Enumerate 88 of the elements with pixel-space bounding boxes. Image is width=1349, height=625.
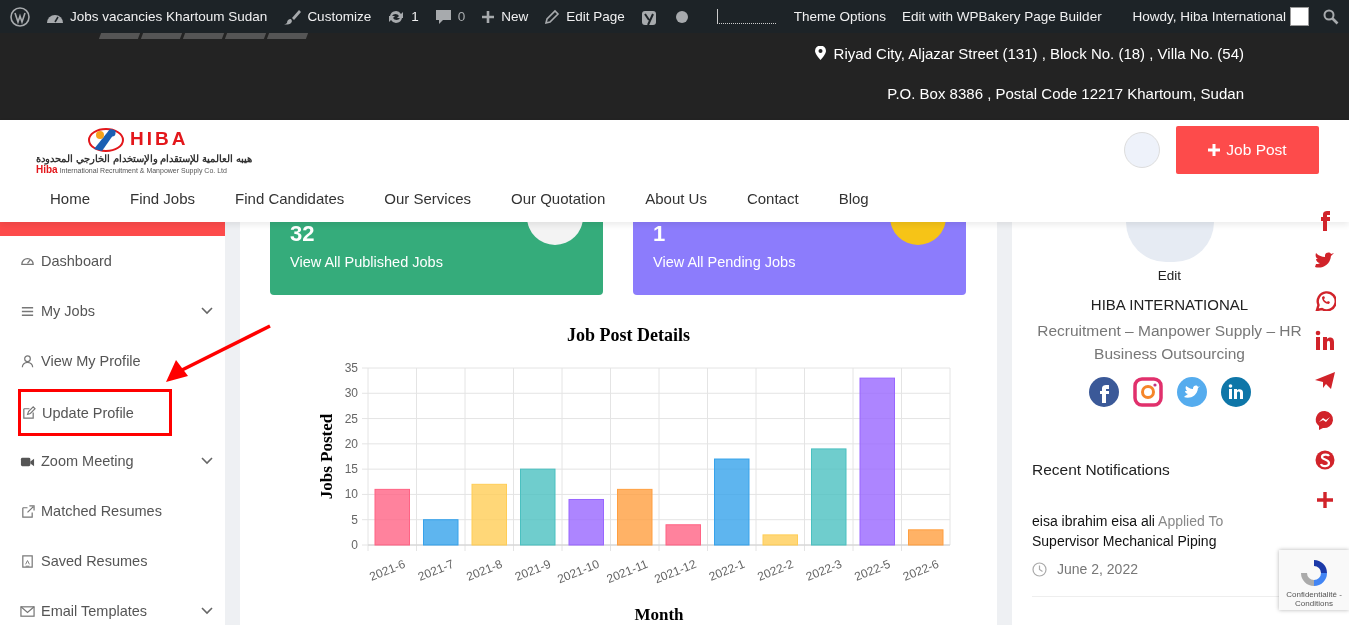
pencil-icon (544, 8, 561, 25)
dotted-line-marker (716, 9, 776, 24)
logo-arabic-name: هيبه العالمية للإستقدام والإستخدام الخارجي المحدودة (36, 153, 252, 164)
location-pin-icon (814, 46, 826, 60)
logo-short-name: Hiba (36, 164, 58, 175)
plus-icon[interactable] (1314, 489, 1336, 511)
nav-link[interactable]: About Us (625, 189, 727, 207)
y-tick-label: 0 (351, 538, 358, 552)
instagram-icon[interactable] (1132, 377, 1163, 407)
stat-count: 32 (290, 222, 315, 246)
plus-icon (481, 9, 496, 24)
edit-page-link[interactable]: Edit Page (566, 9, 625, 24)
site-name-link[interactable]: Jobs vacancies Khartoum Sudan (70, 9, 268, 24)
y-tick-label: 30 (344, 386, 358, 401)
wordpress-icon[interactable] (10, 6, 30, 27)
company-name: HIBA INTERNATIONAL (1090, 296, 1249, 313)
bar (423, 519, 459, 546)
recaptcha-terms[interactable]: Confidentialité - Conditions (1279, 590, 1349, 610)
external-icon (20, 503, 35, 519)
theme-options-link[interactable]: Theme Options (793, 9, 887, 24)
chart-title: Job Post Details (566, 325, 691, 347)
edit-link[interactable]: Edit (1157, 268, 1182, 283)
sidebar-item[interactable]: My Jobs (0, 286, 225, 336)
address-text: Riyad City, Aljazar Street (131) , Block No. (18) , Villa No. (54) (833, 44, 1244, 62)
customize-link[interactable]: Customize (307, 9, 372, 24)
whatsapp-icon[interactable] (1314, 289, 1336, 311)
y-tick-label: 20 (344, 436, 358, 451)
nav-link[interactable]: Our Services (364, 189, 491, 207)
paper-plane-icon[interactable] (1314, 369, 1336, 391)
y-tick-label: 15 (344, 462, 358, 477)
y-axis-title: Jobs Posted (317, 413, 336, 500)
updates-count[interactable]: 1 (411, 9, 419, 24)
search-icon[interactable] (1323, 8, 1339, 25)
mail-icon (20, 603, 35, 619)
nav-link[interactable]: Contact (726, 189, 819, 207)
brush-icon (283, 7, 302, 26)
y-tick-label: 10 (344, 487, 358, 502)
sidebar-item[interactable]: Update Profile (18, 389, 172, 436)
nav-link[interactable]: Blog (818, 189, 889, 207)
notification-date: June 2, 2022 (1057, 561, 1138, 577)
logo-wordmark: HIBA (130, 128, 189, 150)
stat-count: 1 (653, 222, 666, 246)
linkedin-icon[interactable] (1220, 377, 1251, 407)
sidebar-item[interactable]: Zoom Meeting (0, 436, 225, 486)
sidebar-item[interactable]: Email Templates (0, 586, 225, 625)
bar (471, 483, 507, 546)
messenger-icon[interactable] (1314, 409, 1336, 431)
status-dot-icon[interactable] (674, 9, 689, 24)
skype-icon[interactable] (1314, 449, 1336, 471)
avatar-thumbnail[interactable] (1290, 7, 1309, 26)
nav-link[interactable]: Find Jobs (110, 189, 216, 207)
notification-text: eisa ibrahim eisa ali Applied To Supervisor Mechanical Piping (1032, 512, 1225, 551)
linkedin-icon[interactable] (1314, 329, 1336, 351)
clock-icon (1032, 561, 1047, 577)
bar (374, 488, 410, 546)
x-axis-title: Month (634, 605, 684, 624)
bar (665, 524, 701, 546)
notifications-heading: Recent Notifications (1032, 461, 1170, 479)
chevron-down-icon (201, 457, 213, 465)
address-text: P.O. Box 8386 , Postal Code 12217 Khartoum, Sudan (887, 84, 1244, 102)
page-builder-link[interactable]: Edit with WPBakery Page Builder (902, 9, 1102, 24)
y-tick-label: 5 (351, 512, 358, 527)
edit-icon (21, 405, 36, 420)
new-link[interactable]: New (501, 9, 529, 24)
logo-emblem-icon (86, 125, 126, 153)
bar (762, 534, 798, 546)
company-tagline: Recruitment – Manpower Supply – HR Business Outsourcing (1036, 321, 1303, 364)
greeting-link[interactable]: Howdy, Hiba International (1132, 9, 1286, 24)
facebook-icon[interactable] (1088, 377, 1119, 407)
sidebar-item[interactable]: View My Profile (0, 336, 225, 386)
document-icon (20, 553, 35, 569)
chevron-down-icon (201, 607, 213, 615)
bar (908, 529, 944, 546)
comments-count[interactable]: 0 (457, 9, 466, 24)
plus-icon (1208, 144, 1221, 156)
user-icon (20, 353, 35, 369)
comment-icon (434, 8, 452, 25)
nav-link[interactable]: Find Candidates (215, 189, 365, 207)
nav-link[interactable]: Our Quotation (491, 189, 626, 207)
sidebar-item[interactable]: Dashboard (0, 236, 225, 286)
bar (568, 499, 604, 546)
chevron-down-icon (201, 307, 213, 315)
y-tick-label: 35 (344, 361, 358, 375)
sidebar-item[interactable]: Saved Resumes (0, 536, 225, 586)
nav-link[interactable]: Home (30, 189, 110, 207)
y-tick-label: 25 (344, 411, 358, 426)
bar (617, 488, 653, 546)
sidebar-item[interactable]: Matched Resumes (0, 486, 225, 536)
